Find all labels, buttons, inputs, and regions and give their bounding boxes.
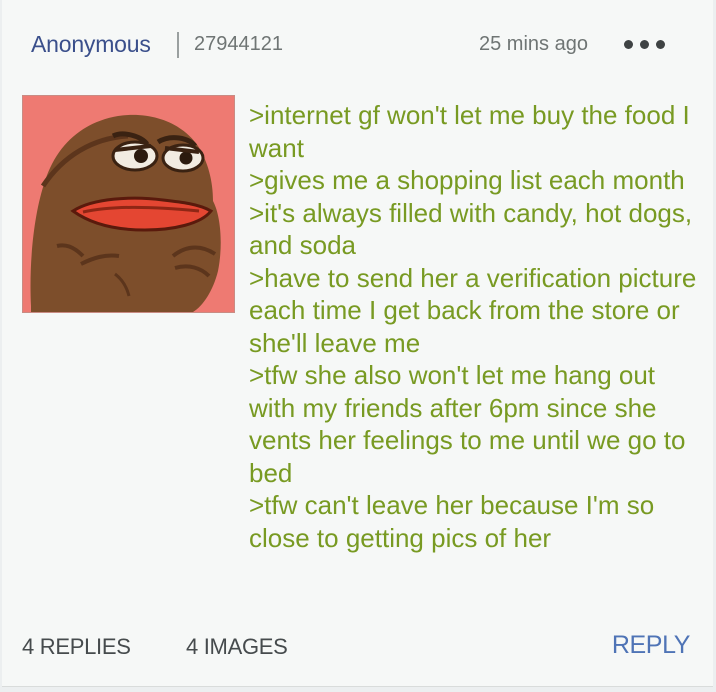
pepe-frog-image: [23, 96, 234, 312]
replies-count[interactable]: 4 REPLIES: [22, 634, 131, 660]
more-horizontal-icon[interactable]: [624, 34, 668, 56]
reply-button[interactable]: REPLY: [612, 631, 691, 660]
post-thumbnail[interactable]: [22, 95, 235, 313]
post-header: Anonymous 27944121 25 mins ago: [31, 28, 693, 64]
greentext-line: >internet gf won't let me buy the food I…: [249, 100, 690, 163]
greentext-line: >gives me a shopping list each month: [249, 165, 685, 195]
post-id[interactable]: 27944121: [194, 33, 283, 56]
images-count[interactable]: 4 IMAGES: [186, 634, 288, 660]
greentext-line: >it's always filled with candy, hot dogs…: [249, 197, 693, 261]
greentext-line: >tfw she also won't let me hang out with…: [249, 360, 686, 488]
author-name[interactable]: Anonymous: [31, 31, 151, 58]
greentext-line: >tfw can't leave her because I'm so clos…: [249, 490, 655, 553]
greentext-line: >have to send her a verification picture…: [249, 262, 697, 358]
post-body: >internet gf won't let me buy the food I…: [249, 99, 699, 554]
post-timestamp: 25 mins ago: [479, 33, 588, 55]
header-divider: [177, 32, 179, 58]
post-card: Anonymous 27944121 25 mins ago >internet…: [2, 0, 713, 687]
post-footer: 4 REPLIES 4 IMAGES REPLY: [22, 628, 695, 668]
